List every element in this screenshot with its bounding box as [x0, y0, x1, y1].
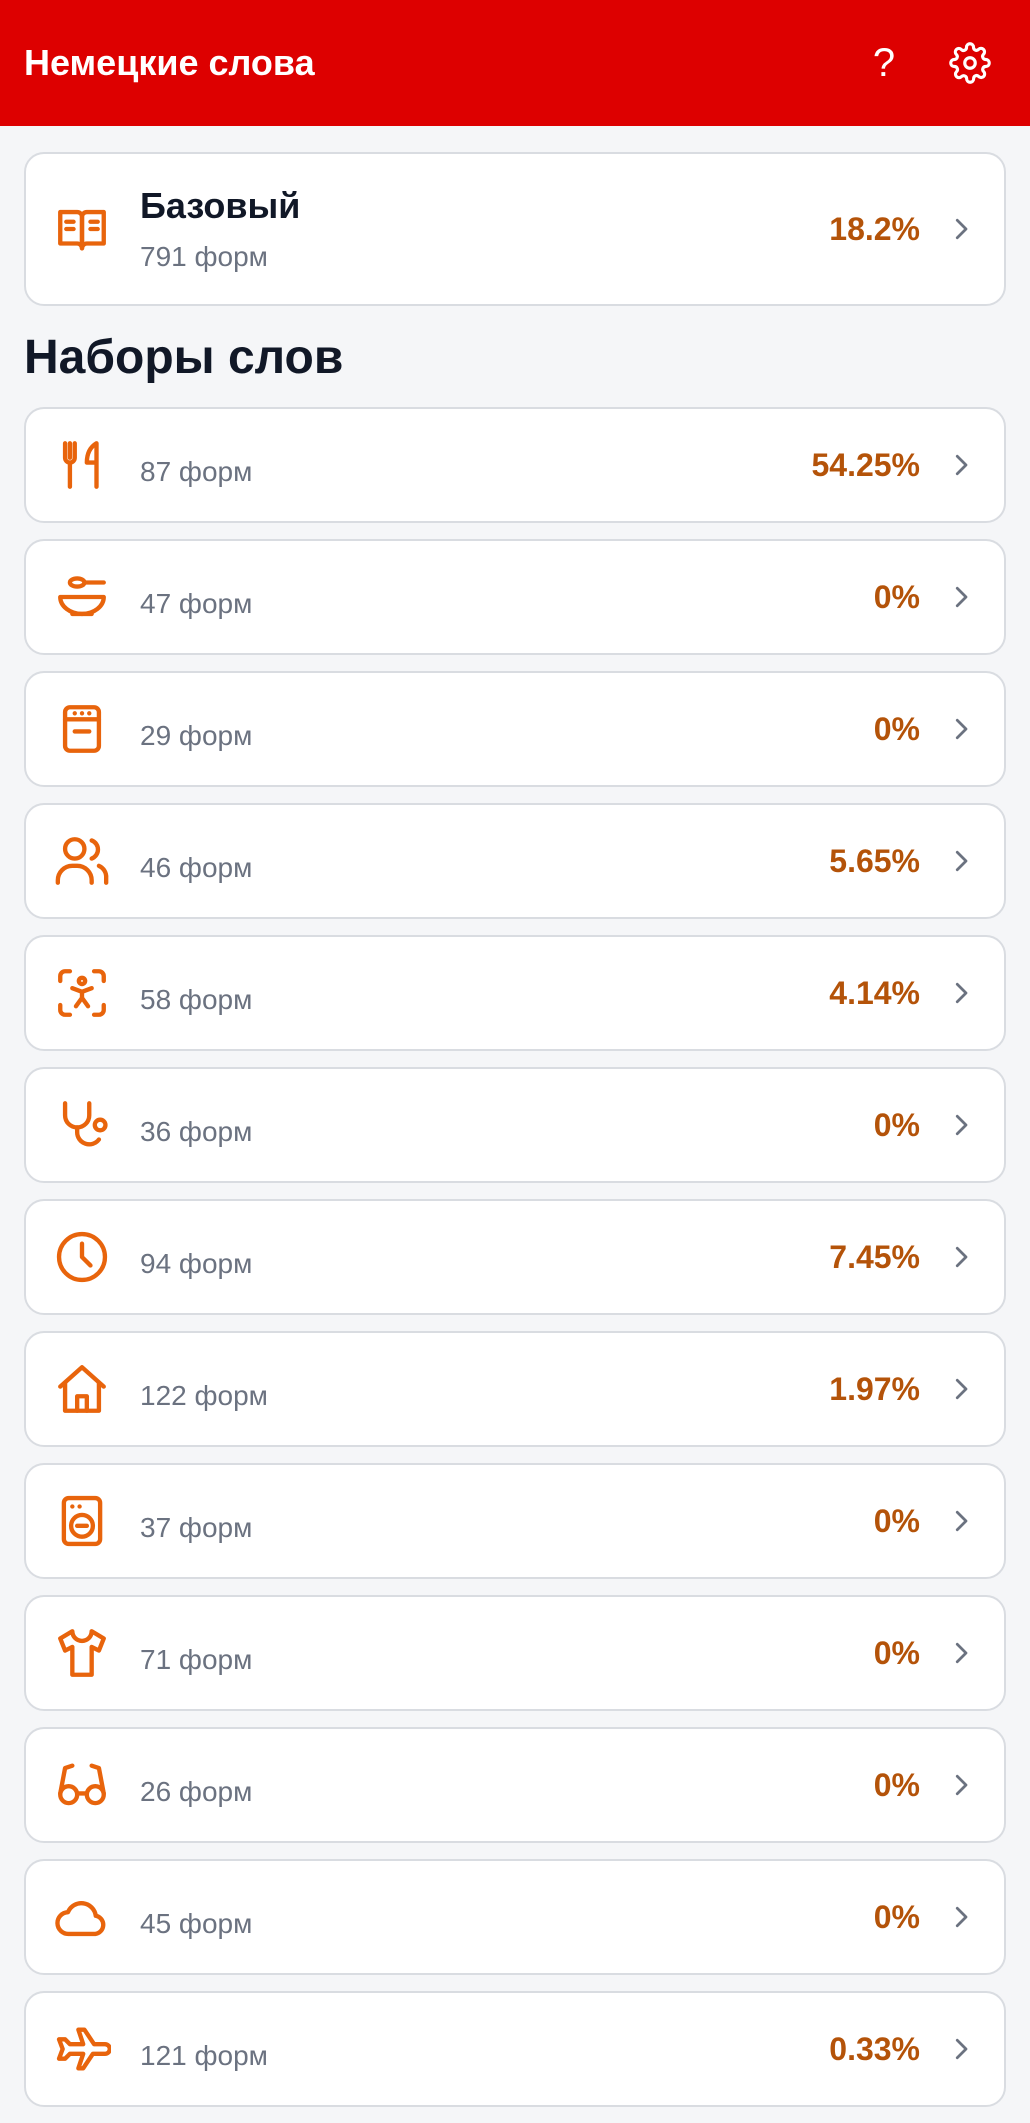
word-set-text: 122 форм	[140, 1366, 829, 1412]
word-set-count: 121 форм	[140, 2040, 268, 2071]
chevron-right-icon	[955, 1642, 968, 1664]
word-set-percent: 54.25%	[811, 446, 920, 483]
utensils-icon	[52, 435, 112, 495]
base-set-percent: 18.2%	[829, 210, 920, 247]
cloud-icon	[52, 1887, 112, 1947]
app-title: Немецкие слова	[24, 42, 315, 83]
word-set-count: 47 форм	[140, 588, 253, 619]
bowl-icon	[52, 567, 112, 627]
shirt-icon	[52, 1623, 112, 1683]
word-set-card[interactable]: 121 форм 0.33%	[24, 1991, 1006, 2107]
word-set-percent: 0%	[873, 1634, 920, 1671]
word-set-percent: 0%	[873, 578, 920, 615]
stethoscope-icon	[52, 1095, 112, 1155]
chevron-right-icon	[955, 850, 968, 872]
base-set-count: 791 форм	[140, 241, 268, 272]
chevron-right-icon	[955, 982, 968, 1004]
word-set-percent: 0%	[873, 710, 920, 747]
body-scan-icon	[52, 963, 112, 1023]
gear-icon	[949, 42, 991, 84]
word-set-percent: 0.33%	[829, 2030, 920, 2067]
app-bar: Немецкие слова ?	[0, 0, 1030, 126]
settings-button[interactable]	[934, 27, 1006, 99]
word-set-count: 58 форм	[140, 984, 253, 1015]
word-set-text: 46 форм	[140, 838, 829, 884]
word-set-text: 45 форм	[140, 1894, 874, 1940]
chevron-right-icon	[955, 586, 968, 608]
plane-icon	[52, 2019, 112, 2079]
base-set-title: Базовый	[140, 185, 301, 226]
word-set-count: 87 форм	[140, 456, 253, 487]
base-set-card[interactable]: Базовый 791 форм 18.2%	[24, 152, 1006, 306]
chevron-right-icon	[955, 1510, 968, 1532]
word-set-count: 94 форм	[140, 1248, 253, 1279]
word-set-card[interactable]: 122 форм 1.97%	[24, 1331, 1006, 1447]
word-sets-list: 87 форм 54.25% 47 форм 0% 29 форм 0% 46 форм 5.…	[24, 407, 1006, 2107]
clock-icon	[52, 1227, 112, 1287]
word-set-card[interactable]: 46 форм 5.65%	[24, 803, 1006, 919]
word-set-percent: 0%	[873, 1502, 920, 1539]
word-set-card[interactable]: 94 форм 7.45%	[24, 1199, 1006, 1315]
word-set-card[interactable]: 45 форм 0%	[24, 1859, 1006, 1975]
word-set-percent: 0%	[873, 1106, 920, 1143]
word-set-text: 58 форм	[140, 970, 829, 1016]
word-set-count: 36 форм	[140, 1116, 253, 1147]
word-set-count: 71 форм	[140, 1644, 253, 1675]
users-icon	[52, 831, 112, 891]
word-set-percent: 1.97%	[829, 1370, 920, 1407]
word-set-card[interactable]: 47 форм 0%	[24, 539, 1006, 655]
chevron-right-icon	[955, 1774, 968, 1796]
word-set-card[interactable]: 71 форм 0%	[24, 1595, 1006, 1711]
word-set-card[interactable]: 87 форм 54.25%	[24, 407, 1006, 523]
word-set-count: 29 форм	[140, 720, 253, 751]
house-icon	[52, 1359, 112, 1419]
word-set-count: 45 форм	[140, 1908, 253, 1939]
word-set-percent: 4.14%	[829, 974, 920, 1011]
word-set-text: 87 форм	[140, 442, 811, 488]
word-set-card[interactable]: 58 форм 4.14%	[24, 935, 1006, 1051]
chevron-right-icon	[955, 218, 968, 240]
stove-icon	[52, 699, 112, 759]
book-icon	[52, 199, 112, 259]
word-set-text: 36 форм	[140, 1102, 874, 1148]
word-set-count: 26 форм	[140, 1776, 253, 1807]
chevron-right-icon	[955, 718, 968, 740]
word-set-text: 94 форм	[140, 1234, 829, 1280]
help-button[interactable]: ?	[848, 27, 920, 99]
word-set-card[interactable]: 26 форм 0%	[24, 1727, 1006, 1843]
word-set-text: 26 форм	[140, 1762, 874, 1808]
section-title: Наборы слов	[24, 331, 344, 384]
word-set-card[interactable]: 36 форм 0%	[24, 1067, 1006, 1183]
chevron-right-icon	[955, 1906, 968, 1928]
washing-machine-icon	[52, 1491, 112, 1551]
word-set-text: 47 форм	[140, 574, 874, 620]
word-set-text: 121 форм	[140, 2026, 829, 2072]
glasses-icon	[52, 1755, 112, 1815]
chevron-right-icon	[955, 1246, 968, 1268]
word-set-card[interactable]: 29 форм 0%	[24, 671, 1006, 787]
help-icon: ?	[872, 40, 896, 85]
word-set-text: 71 форм	[140, 1630, 874, 1676]
word-set-count: 122 форм	[140, 1380, 268, 1411]
word-set-card[interactable]: 37 форм 0%	[24, 1463, 1006, 1579]
base-set-text: Базовый 791 форм	[140, 185, 829, 273]
chevron-right-icon	[955, 1114, 968, 1136]
chevron-right-icon	[955, 1378, 968, 1400]
word-set-count: 46 форм	[140, 852, 253, 883]
word-set-text: 37 форм	[140, 1498, 874, 1544]
word-set-count: 37 форм	[140, 1512, 253, 1543]
word-set-text: 29 форм	[140, 706, 874, 752]
word-set-percent: 0%	[873, 1766, 920, 1803]
chevron-right-icon	[955, 454, 968, 476]
word-set-percent: 0%	[873, 1898, 920, 1935]
word-set-percent: 5.65%	[829, 842, 920, 879]
word-set-percent: 7.45%	[829, 1238, 920, 1275]
main-content: Базовый 791 форм 18.2% Наборы слов 87 фо…	[0, 126, 1030, 2123]
